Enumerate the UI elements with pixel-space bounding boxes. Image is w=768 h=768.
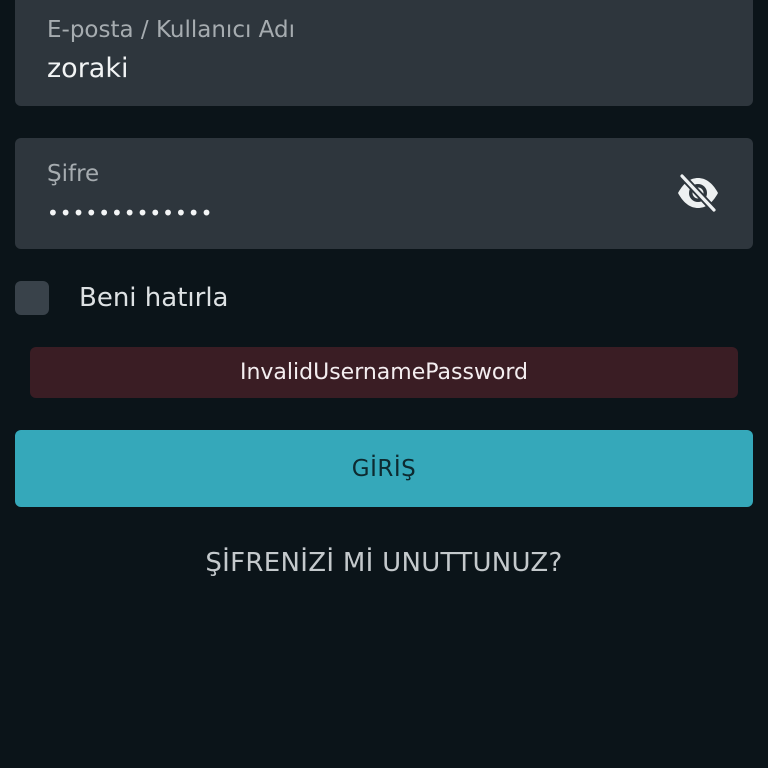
username-value[interactable]: zoraki — [47, 53, 128, 84]
remember-me-label[interactable]: Beni hatırla — [79, 283, 228, 313]
password-visibility-toggle[interactable] — [675, 173, 721, 213]
error-message: InvalidUsernamePassword — [239, 360, 529, 385]
login-button-label: GİRİŞ — [351, 455, 417, 482]
eye-off-icon — [678, 173, 718, 213]
username-field[interactable]: E-posta / Kullanıcı Adı zoraki — [15, 0, 753, 106]
password-value[interactable]: ••••••••••••• — [47, 201, 213, 225]
remember-me-checkbox[interactable] — [15, 281, 49, 315]
forgot-password-link[interactable]: ŞİFRENİZİ Mİ UNUTTUNUZ? — [0, 548, 768, 578]
username-label: E-posta / Kullanıcı Adı — [47, 17, 295, 43]
error-banner: InvalidUsernamePassword — [30, 347, 738, 398]
login-button[interactable]: GİRİŞ — [15, 430, 753, 507]
remember-me-row[interactable]: Beni hatırla — [15, 280, 228, 316]
password-label: Şifre — [47, 161, 100, 187]
password-field[interactable]: Şifre ••••••••••••• — [15, 138, 753, 249]
